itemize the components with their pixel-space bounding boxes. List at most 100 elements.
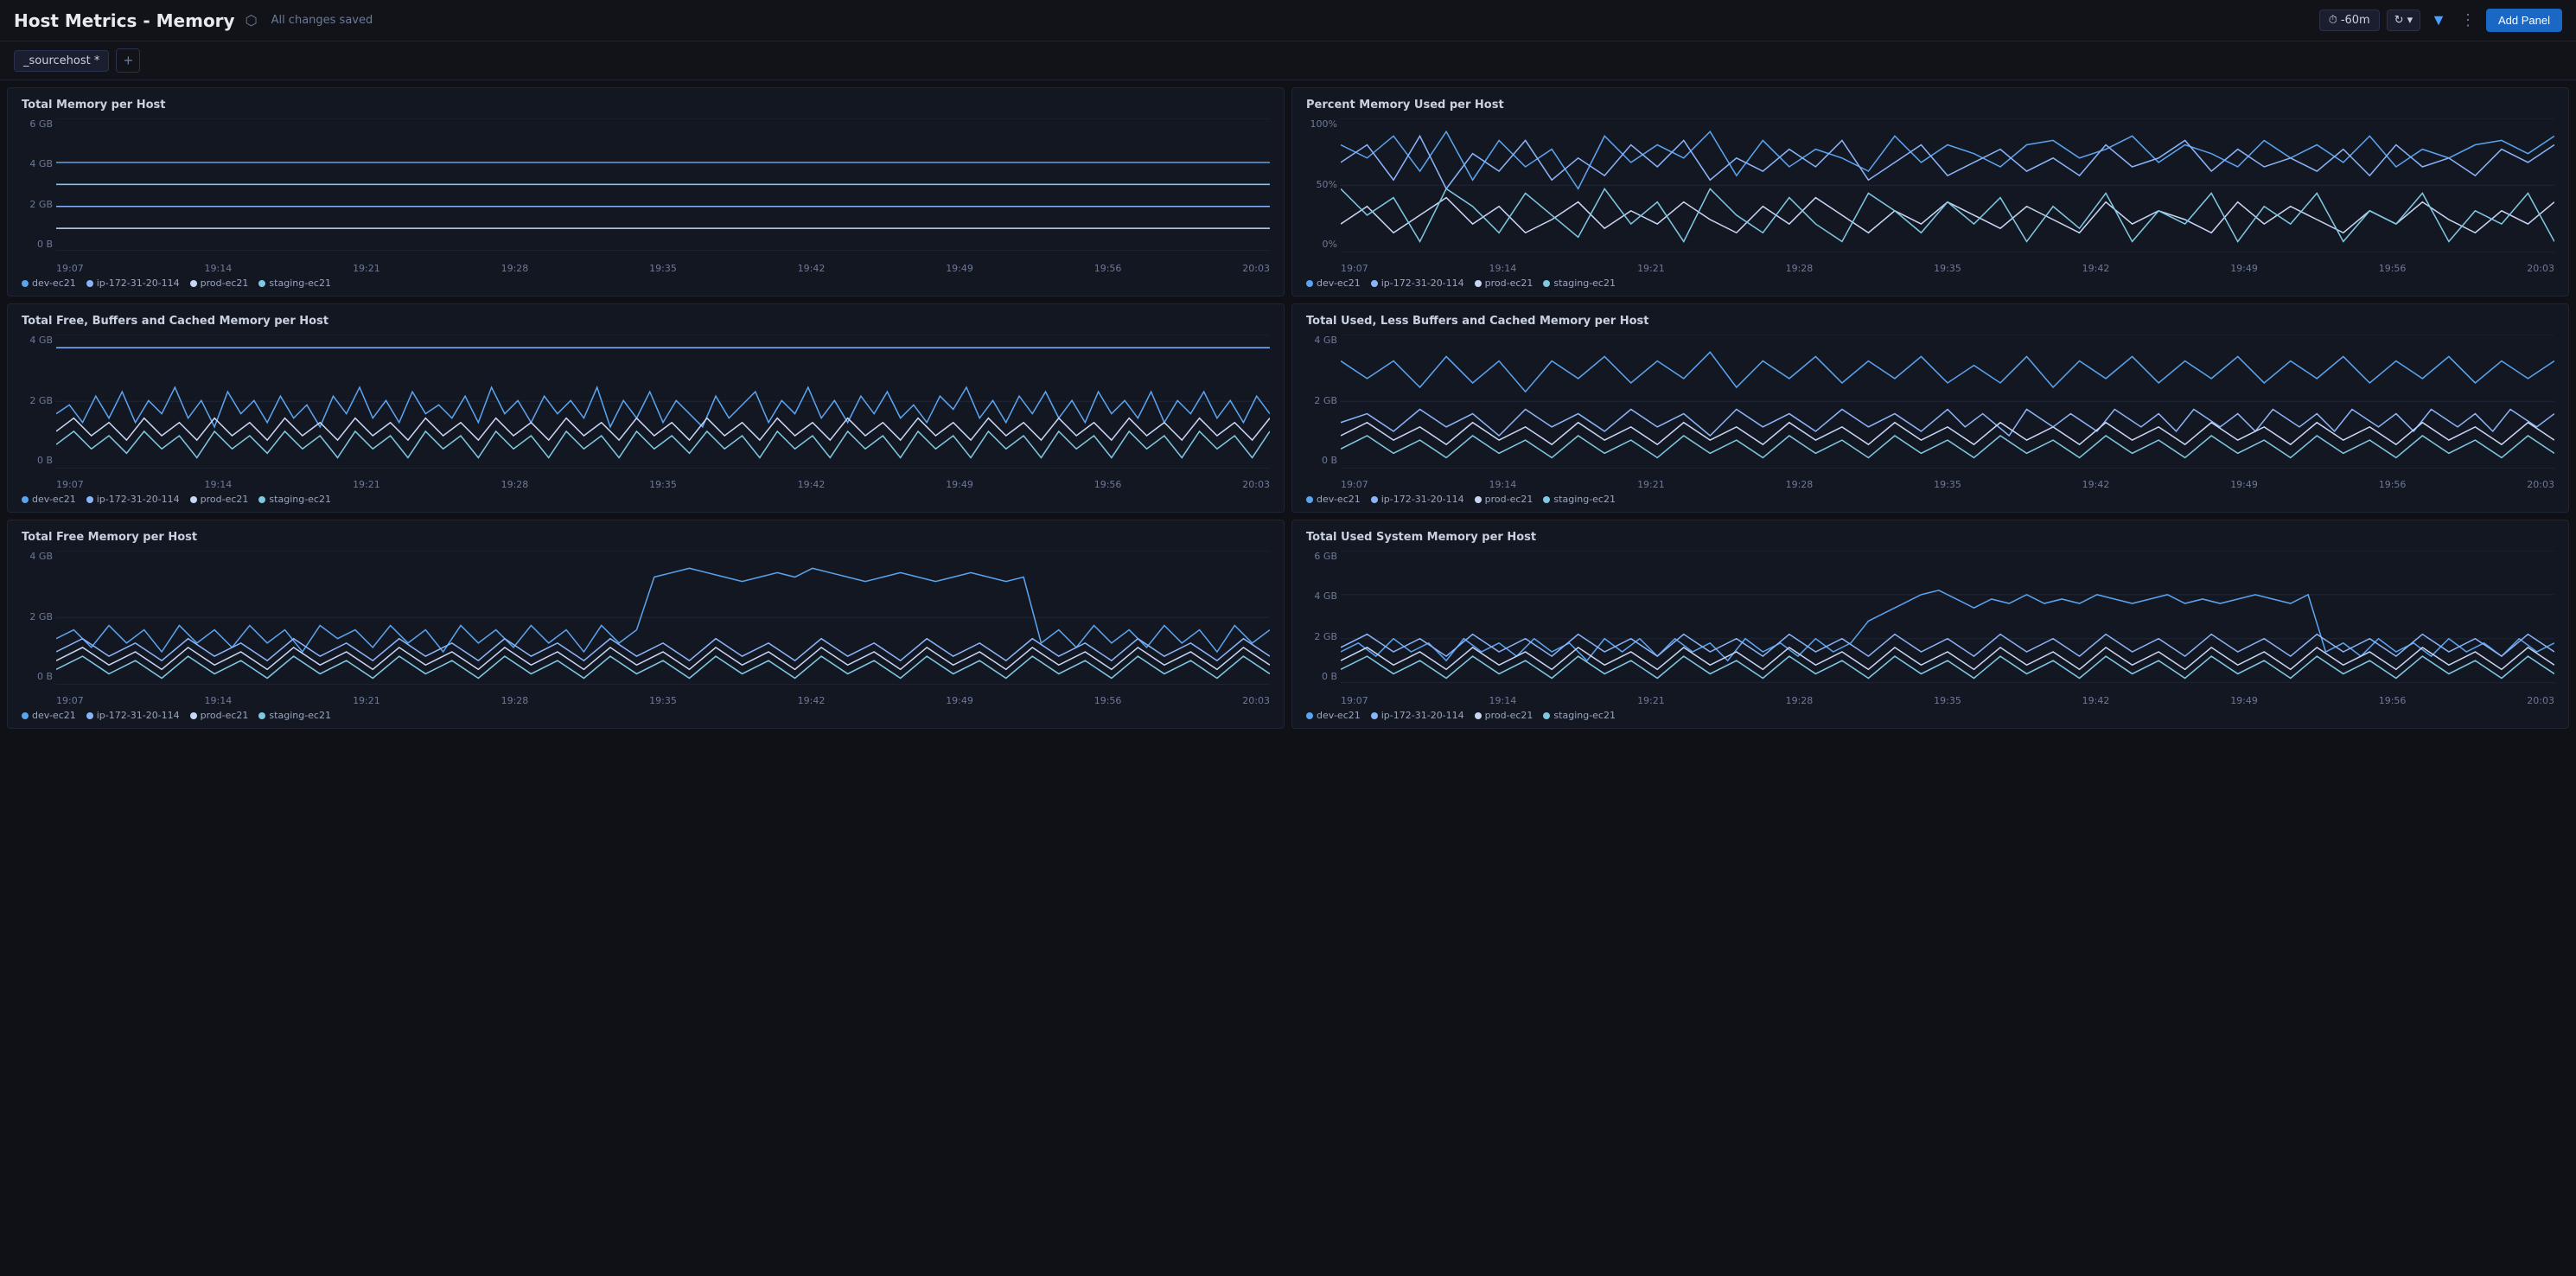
x-axis-used-less-buffers: 19:07 19:14 19:21 19:28 19:35 19:42 19:4… xyxy=(1341,469,2554,490)
y-axis-free-buffers: 4 GB 2 GB 0 B xyxy=(22,335,56,466)
x-label: 19:56 xyxy=(2379,263,2407,274)
legend-label: staging-ec21 xyxy=(269,494,331,505)
more-options-button[interactable]: ⋮ xyxy=(2457,8,2479,33)
dashboard-grid: Total Memory per Host 6 GB 4 GB 2 GB 0 B xyxy=(0,80,2576,736)
legend-item: ip-172-31-20-114 xyxy=(86,710,180,721)
x-axis-percent-memory: 19:07 19:14 19:21 19:28 19:35 19:42 19:4… xyxy=(1341,253,2554,274)
legend-item: dev-ec21 xyxy=(22,494,76,505)
legend-label: prod-ec21 xyxy=(1485,710,1533,721)
x-label: 19:35 xyxy=(1934,263,1961,274)
legend-label: dev-ec21 xyxy=(32,710,76,721)
chart-svg-total-memory xyxy=(56,118,1270,252)
legend-label: dev-ec21 xyxy=(32,494,76,505)
x-label: 19:35 xyxy=(649,479,677,490)
legend-label: dev-ec21 xyxy=(1317,278,1361,289)
x-label: 20:03 xyxy=(2527,479,2554,490)
legend-free-buffers: dev-ec21 ip-172-31-20-114 prod-ec21 stag… xyxy=(22,494,1270,505)
x-label: 19:56 xyxy=(1094,263,1122,274)
legend-item: ip-172-31-20-114 xyxy=(1371,278,1464,289)
x-label: 20:03 xyxy=(2527,263,2554,274)
share-icon[interactable]: ⬡ xyxy=(245,12,258,29)
y-label: 2 GB xyxy=(29,199,53,210)
x-label: 19:28 xyxy=(1786,263,1814,274)
x-label: 19:42 xyxy=(2082,695,2110,706)
legend-item: dev-ec21 xyxy=(1306,710,1361,721)
x-label: 19:07 xyxy=(1341,695,1368,706)
x-label: 19:49 xyxy=(2230,479,2258,490)
x-label: 19:42 xyxy=(798,479,826,490)
time-range-picker[interactable]: ⏱ -60m xyxy=(2319,10,2380,31)
x-label: 20:03 xyxy=(2527,695,2554,706)
panel-title-free-buffers-cached: Total Free, Buffers and Cached Memory pe… xyxy=(22,315,1270,328)
y-label: 6 GB xyxy=(1314,551,1337,562)
x-label: 19:14 xyxy=(205,263,233,274)
filter-bar: _sourcehost * + xyxy=(0,41,2576,80)
legend-label: dev-ec21 xyxy=(32,278,76,289)
legend-item: staging-ec21 xyxy=(1543,710,1616,721)
y-label: 0 B xyxy=(1322,671,1337,682)
filter-tag[interactable]: _sourcehost * xyxy=(14,50,109,72)
legend-item: dev-ec21 xyxy=(22,710,76,721)
x-label: 19:35 xyxy=(1934,479,1961,490)
legend-item: prod-ec21 xyxy=(190,710,249,721)
page-title: Host Metrics - Memory xyxy=(14,10,235,31)
panel-title-used-less-buffers: Total Used, Less Buffers and Cached Memo… xyxy=(1306,315,2554,328)
x-label: 19:14 xyxy=(1489,263,1517,274)
legend-percent-memory: dev-ec21 ip-172-31-20-114 prod-ec21 stag… xyxy=(1306,278,2554,289)
x-label: 19:28 xyxy=(501,263,529,274)
y-label: 2 GB xyxy=(29,611,53,622)
chart-used-less-buffers: 4 GB 2 GB 0 B 19:07 19:14 19:21 19:28 19… xyxy=(1306,335,2554,490)
legend-label: staging-ec21 xyxy=(269,710,331,721)
y-label: 50% xyxy=(1317,179,1337,190)
chart-svg-percent-memory xyxy=(1341,118,2554,252)
filter-icon-button[interactable]: ▼ xyxy=(2427,8,2450,33)
y-label: 4 GB xyxy=(29,551,53,562)
y-label: 4 GB xyxy=(1314,335,1337,346)
y-label: 2 GB xyxy=(29,395,53,406)
panel-total-memory: Total Memory per Host 6 GB 4 GB 2 GB 0 B xyxy=(7,87,1285,297)
panel-title-total-used-system: Total Used System Memory per Host xyxy=(1306,531,2554,544)
legend-item: ip-172-31-20-114 xyxy=(86,494,180,505)
legend-item: dev-ec21 xyxy=(1306,278,1361,289)
add-filter-button[interactable]: + xyxy=(116,48,140,73)
clock-icon: ⏱ xyxy=(2329,14,2337,27)
chart-total-free: 4 GB 2 GB 0 B 19:07 19:14 19:21 19:28 19… xyxy=(22,551,1270,706)
legend-label: dev-ec21 xyxy=(1317,710,1361,721)
legend-label: ip-172-31-20-114 xyxy=(1381,710,1464,721)
legend-label: ip-172-31-20-114 xyxy=(97,278,180,289)
x-label: 19:07 xyxy=(56,263,84,274)
x-axis-free-buffers: 19:07 19:14 19:21 19:28 19:35 19:42 19:4… xyxy=(56,469,1270,490)
y-label: 0 B xyxy=(37,239,53,250)
panel-title-total-free: Total Free Memory per Host xyxy=(22,531,1270,544)
legend-item: ip-172-31-20-114 xyxy=(86,278,180,289)
x-label: 19:56 xyxy=(2379,695,2407,706)
x-label: 19:56 xyxy=(1094,695,1122,706)
legend-item: staging-ec21 xyxy=(1543,494,1616,505)
chart-free-buffers-cached: 4 GB 2 GB 0 B 19:07 19:14 19:21 19:28 xyxy=(22,335,1270,490)
x-label: 19:42 xyxy=(2082,263,2110,274)
time-range-value: -60m xyxy=(2341,14,2370,27)
y-axis-used-less-buffers: 4 GB 2 GB 0 B xyxy=(1306,335,1341,466)
legend-item: ip-172-31-20-114 xyxy=(1371,710,1464,721)
legend-label: prod-ec21 xyxy=(1485,494,1533,505)
y-axis-total-used-system: 6 GB 4 GB 2 GB 0 B xyxy=(1306,551,1341,682)
legend-label: prod-ec21 xyxy=(201,710,249,721)
legend-item: ip-172-31-20-114 xyxy=(1371,494,1464,505)
legend-label: prod-ec21 xyxy=(201,278,249,289)
chart-svg-used-less-buffers xyxy=(1341,335,2554,469)
x-label: 19:49 xyxy=(946,479,973,490)
x-label: 20:03 xyxy=(1242,263,1270,274)
x-label: 19:07 xyxy=(1341,263,1368,274)
y-label: 4 GB xyxy=(1314,590,1337,602)
x-label: 19:21 xyxy=(1637,263,1665,274)
legend-label: staging-ec21 xyxy=(1553,278,1616,289)
legend-item: prod-ec21 xyxy=(190,494,249,505)
legend-total-free: dev-ec21 ip-172-31-20-114 prod-ec21 stag… xyxy=(22,710,1270,721)
y-label: 0 B xyxy=(1322,455,1337,466)
x-label: 20:03 xyxy=(1242,695,1270,706)
x-label: 19:21 xyxy=(353,479,380,490)
legend-item: staging-ec21 xyxy=(258,710,331,721)
refresh-button[interactable]: ↻ ▾ xyxy=(2387,10,2420,31)
add-panel-button[interactable]: Add Panel xyxy=(2486,9,2562,32)
x-axis-total-memory: 19:07 19:14 19:21 19:28 19:35 19:42 19:4… xyxy=(56,253,1270,274)
